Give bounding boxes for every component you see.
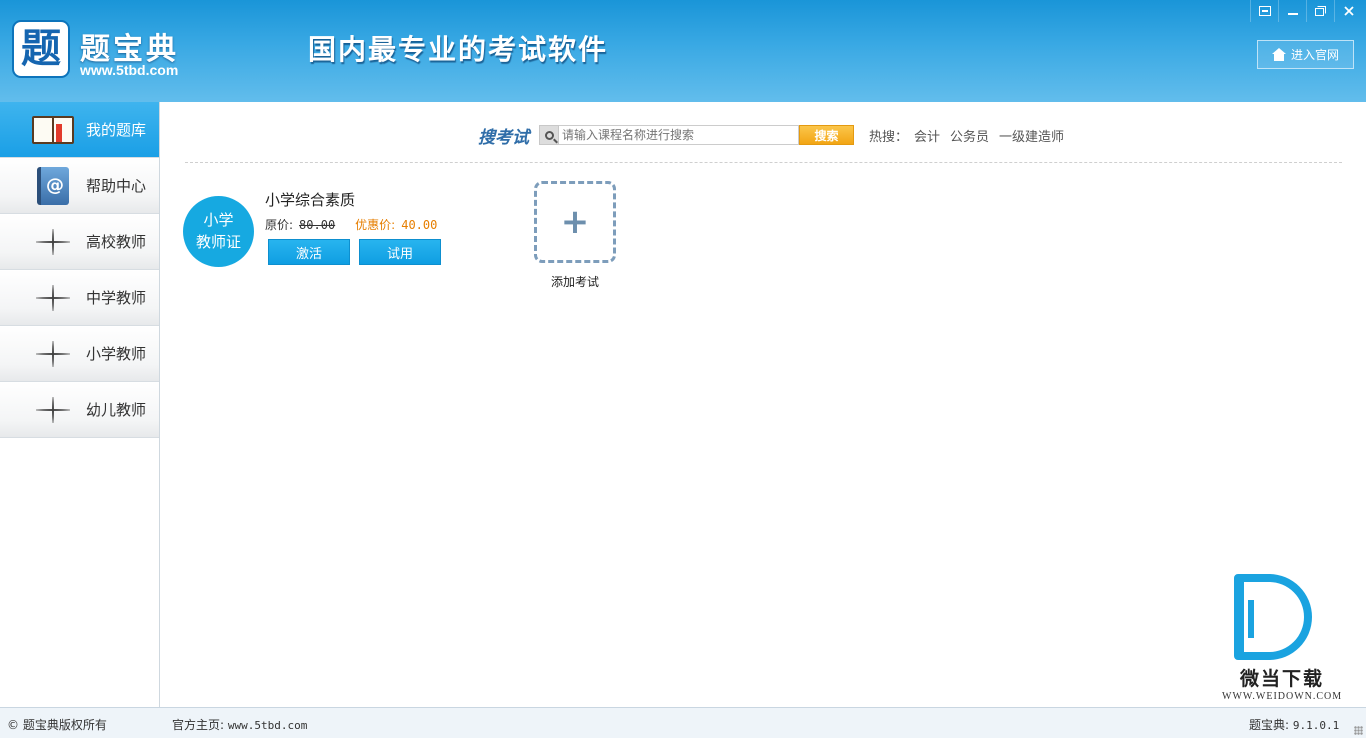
sidebar-item-my-bank[interactable]: 我的题库 bbox=[0, 102, 159, 158]
address-book-icon: @ bbox=[22, 166, 84, 206]
add-exam-button[interactable]: + bbox=[534, 181, 616, 263]
search-title: 搜考试 bbox=[478, 127, 529, 148]
version-label: 题宝典: bbox=[1249, 718, 1290, 732]
close-icon[interactable] bbox=[1334, 0, 1362, 22]
slogan: 国内最专业的考试软件 bbox=[308, 33, 609, 66]
skin-icon[interactable] bbox=[1250, 0, 1278, 22]
window-controls bbox=[1250, 0, 1362, 22]
sidebar-item-university-teacher[interactable]: 高校教师 bbox=[0, 214, 159, 270]
homepage: 官方主页: www.5tbd.com bbox=[172, 716, 307, 733]
sparkle-icon bbox=[22, 390, 84, 430]
original-price-label: 原价: bbox=[265, 218, 294, 232]
sidebar: 我的题库 @ 帮助中心 高校教师 中学教师 小学教师 幼儿教师 bbox=[0, 102, 160, 707]
sparkle-icon bbox=[22, 278, 84, 318]
app-url: www.5tbd.com bbox=[80, 62, 179, 78]
activate-button[interactable]: 激活 bbox=[268, 239, 350, 265]
watermark: 微当下载 WWW.WEIDOWN.COM bbox=[1222, 570, 1342, 706]
watermark-logo-icon bbox=[1234, 574, 1312, 660]
sidebar-item-label: 幼儿教师 bbox=[86, 401, 147, 419]
exam-card: 小学 教师证 小学综合素质 原价: 80.00 优惠价: 40.00 激活 试用 bbox=[183, 184, 483, 274]
sparkle-icon bbox=[22, 334, 84, 374]
sidebar-item-label: 高校教师 bbox=[86, 233, 147, 251]
exam-badge-line1: 小学 bbox=[203, 211, 234, 229]
sidebar-item-label: 中学教师 bbox=[86, 289, 147, 307]
hot-keyword[interactable]: 一级建造师 bbox=[999, 126, 1064, 145]
logo-glyph: 题 bbox=[21, 25, 61, 72]
watermark-url: WWW.WEIDOWN.COM bbox=[1222, 691, 1343, 702]
sidebar-item-help[interactable]: @ 帮助中心 bbox=[0, 158, 159, 214]
logo: 题 bbox=[12, 20, 70, 78]
hot-search-label: 热搜： bbox=[869, 129, 909, 145]
trial-button[interactable]: 试用 bbox=[359, 239, 441, 265]
version-info: 题宝典: 9.1.0.1 bbox=[1249, 716, 1339, 733]
hot-keyword[interactable]: 会计 bbox=[914, 126, 940, 145]
sidebar-item-label: 我的题库 bbox=[86, 121, 147, 139]
home-icon bbox=[1271, 48, 1286, 61]
search-icon bbox=[539, 125, 559, 145]
watermark-text: 微当下载 bbox=[1239, 668, 1324, 690]
sidebar-item-kindergarten-teacher[interactable]: 幼儿教师 bbox=[0, 382, 159, 438]
minimize-icon[interactable] bbox=[1278, 0, 1306, 22]
plus-icon: + bbox=[560, 202, 590, 242]
exam-name: 小学综合素质 bbox=[265, 191, 356, 209]
status-bar: © 题宝典版权所有 官方主页: www.5tbd.com 题宝典: 9.1.0.… bbox=[0, 707, 1366, 738]
search-box: 搜索 bbox=[539, 124, 854, 146]
discount-price-label: 优惠价: bbox=[355, 218, 396, 232]
app-header: 题 题宝典 www.5tbd.com 国内最专业的考试软件 进入官网 bbox=[0, 0, 1366, 102]
search-button[interactable]: 搜索 bbox=[799, 125, 854, 145]
exam-badge-line2: 教师证 bbox=[195, 233, 241, 251]
original-price: 80.00 bbox=[299, 217, 336, 232]
official-site-button[interactable]: 进入官网 bbox=[1257, 40, 1354, 69]
official-site-label: 进入官网 bbox=[1290, 48, 1339, 62]
main-content: 搜考试 搜索 热搜： 会计 公务员 一级建造师 小学 教师证 小学综合素质 原价… bbox=[160, 102, 1366, 707]
add-exam-label: 添加考试 bbox=[550, 275, 599, 289]
sidebar-item-middle-school-teacher[interactable]: 中学教师 bbox=[0, 270, 159, 326]
discount-price: 40.00 bbox=[401, 217, 438, 232]
sidebar-item-primary-school-teacher[interactable]: 小学教师 bbox=[0, 326, 159, 382]
copyright: © 题宝典版权所有 bbox=[7, 718, 107, 732]
homepage-url[interactable]: www.5tbd.com bbox=[228, 719, 307, 732]
sidebar-item-label: 小学教师 bbox=[86, 345, 147, 363]
hot-keyword[interactable]: 公务员 bbox=[950, 126, 989, 145]
search-input[interactable] bbox=[559, 125, 799, 145]
version-number: 9.1.0.1 bbox=[1292, 719, 1340, 732]
homepage-label: 官方主页: bbox=[172, 718, 225, 732]
price-row: 原价: 80.00 优惠价: 40.00 bbox=[265, 216, 437, 233]
hot-searches: 热搜： 会计 公务员 一级建造师 bbox=[869, 126, 1064, 145]
restore-icon[interactable] bbox=[1306, 0, 1334, 22]
resize-grip-icon[interactable] bbox=[1354, 726, 1363, 735]
divider bbox=[185, 162, 1342, 163]
search-bar: 搜考试 搜索 热搜： 会计 公务员 一级建造师 bbox=[478, 123, 1064, 148]
sidebar-item-label: 帮助中心 bbox=[86, 177, 147, 195]
book-icon bbox=[22, 110, 84, 150]
exam-badge: 小学 教师证 bbox=[183, 196, 254, 267]
sparkle-icon bbox=[22, 222, 84, 262]
